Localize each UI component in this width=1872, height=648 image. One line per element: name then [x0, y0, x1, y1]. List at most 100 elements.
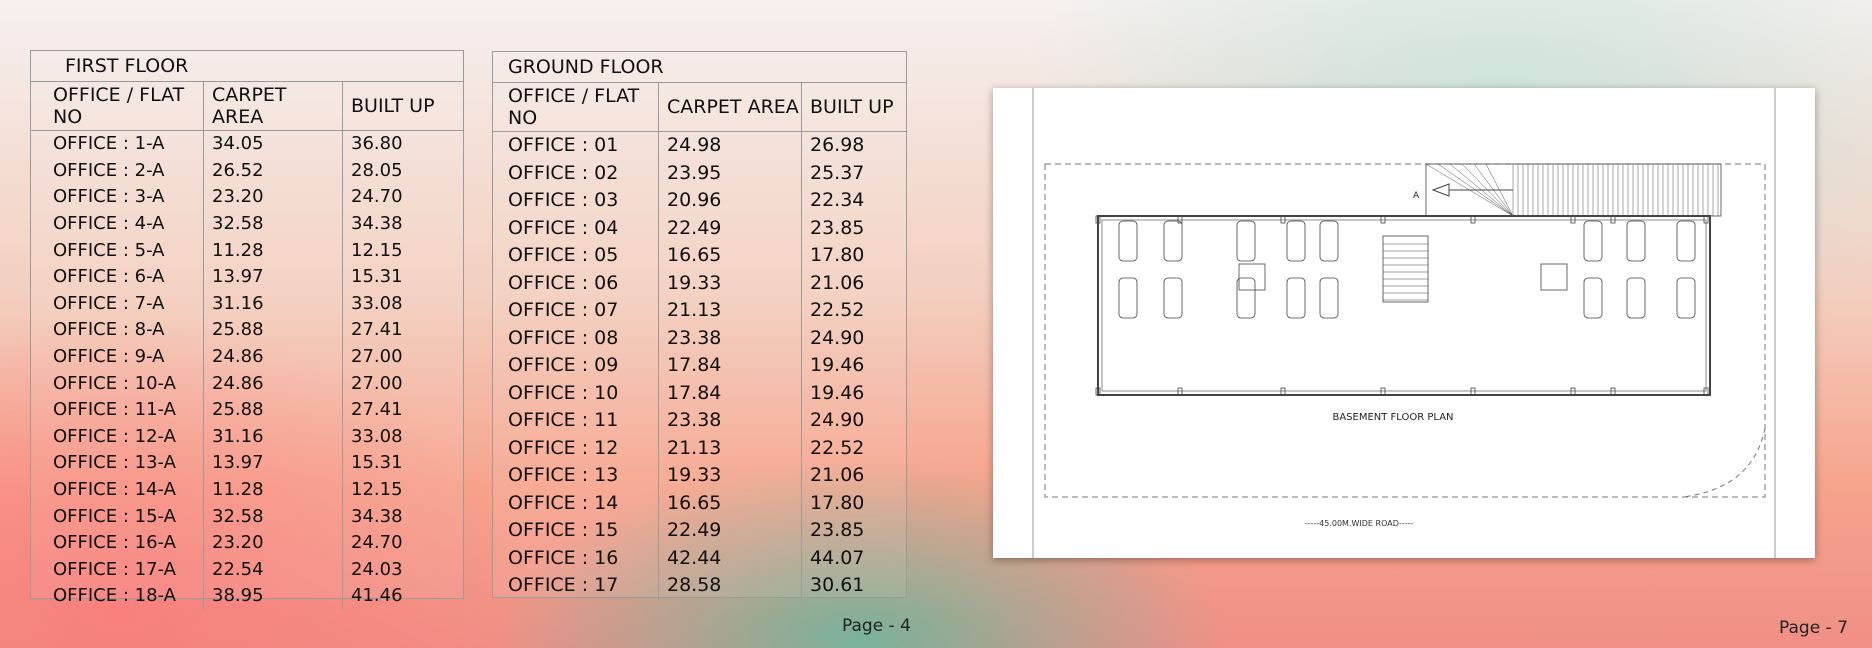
- cell-carpet-area: 19.33: [658, 462, 802, 490]
- column: [1177, 215, 1183, 224]
- cell-office-no: OFFICE : 10: [508, 381, 619, 404]
- basement-plan-drawing: A BASEMENT FLOOR PLAN -----45.00M.WIDE R…: [993, 88, 1815, 558]
- page-number-left: Page - 4: [842, 616, 911, 636]
- cell-office-no: OFFICE : 02: [508, 161, 619, 184]
- table-row: OFFICE : 8-A 25.88 27.41: [31, 317, 463, 344]
- parking-car: [1626, 277, 1646, 319]
- parking-car: [1163, 277, 1183, 319]
- cell-built-up: 23.85: [801, 214, 906, 242]
- parking-car: [1286, 277, 1306, 319]
- cell-carpet-area: 11.28: [203, 237, 343, 264]
- cell-office-no: OFFICE : 04: [508, 216, 619, 239]
- cell-built-up: 25.37: [801, 159, 906, 187]
- first-floor-title: FIRST FLOOR: [31, 51, 463, 82]
- cell-built-up: 22.34: [801, 187, 906, 215]
- table-row: OFFICE : 14 16.65 17.80: [493, 489, 906, 517]
- cell-carpet-area: 31.16: [203, 290, 343, 318]
- cell-carpet-area: 23.20: [203, 529, 343, 557]
- header-built-up: BUILT UP: [342, 82, 463, 131]
- cell-carpet-area: 22.54: [203, 556, 343, 584]
- cell-built-up: 12.15: [342, 237, 463, 264]
- cell-carpet-area: 22.49: [658, 517, 802, 545]
- parking-car: [1236, 277, 1256, 319]
- first-floor-rows: OFFICE : 1-A 34.05 36.80 OFFICE : 2-A 26.52 2…: [31, 130, 463, 610]
- cell-built-up: 19.46: [801, 379, 906, 407]
- cell-built-up: 44.07: [801, 544, 906, 572]
- parking-car: [1286, 220, 1306, 262]
- page-number-right: Page - 7: [1779, 618, 1848, 638]
- cell-office-no: OFFICE : 1-A: [53, 133, 165, 155]
- cell-carpet-area: 23.38: [658, 324, 802, 352]
- cell-built-up: 28.05: [342, 157, 463, 185]
- header-carpet-area: CARPET AREA: [203, 82, 343, 131]
- cell-office-no: OFFICE : 12-A: [53, 425, 176, 447]
- cell-office-no: OFFICE : 5-A: [53, 239, 165, 261]
- cell-office-no: OFFICE : 05: [508, 244, 619, 267]
- cell-office-no: OFFICE : 18-A: [53, 585, 176, 607]
- ground-floor-grid: OFFICE / FLAT NO CARPET AREA BUILT UP OF…: [493, 83, 906, 600]
- cell-office-no: OFFICE : 15-A: [53, 505, 176, 527]
- cell-built-up: 17.80: [801, 489, 906, 517]
- cell-carpet-area: 32.58: [203, 210, 343, 238]
- cell-office-no: OFFICE : 3-A: [53, 186, 165, 208]
- cell-carpet-area: 19.33: [658, 269, 802, 297]
- table-row: OFFICE : 6-A 13.97 15.31: [31, 263, 463, 291]
- road-label: -----45.00M.WIDE ROAD-----: [1305, 519, 1414, 528]
- cell-office-no: OFFICE : 12: [508, 436, 619, 459]
- cell-office-no: OFFICE : 17-A: [53, 558, 176, 580]
- column: [1380, 387, 1386, 396]
- column: [1280, 387, 1286, 396]
- column: [1610, 215, 1616, 224]
- table-row: OFFICE : 3-A 23.20 24.70: [31, 184, 463, 211]
- cell-built-up: 21.06: [801, 462, 906, 490]
- header-office: OFFICE / FLAT NO: [493, 83, 659, 132]
- cell-carpet-area: 42.44: [658, 544, 802, 572]
- cell-built-up: 27.41: [342, 396, 463, 424]
- cell-built-up: 41.46: [342, 583, 463, 610]
- cell-carpet-area: 21.13: [658, 434, 802, 462]
- table-row: OFFICE : 9-A 24.86 27.00: [31, 343, 463, 371]
- table-row: OFFICE : 2-A 26.52 28.05: [31, 157, 463, 185]
- table-row: OFFICE : 07 21.13 22.52: [493, 297, 906, 325]
- parking-car: [1583, 220, 1603, 262]
- column: [1280, 215, 1286, 224]
- plan-title: BASEMENT FLOOR PLAN: [1332, 412, 1453, 423]
- cell-office-no: OFFICE : 17: [508, 574, 619, 597]
- parking-car: [1319, 277, 1339, 319]
- cell-office-no: OFFICE : 6-A: [53, 266, 165, 288]
- cell-carpet-area: 17.84: [658, 352, 802, 380]
- table-row: OFFICE : 7-A 31.16 33.08: [31, 290, 463, 318]
- cell-built-up: 27.00: [342, 370, 463, 397]
- table-row: OFFICE : 11-A 25.88 27.41: [31, 396, 463, 424]
- table-row: OFFICE : 5-A 11.28 12.15: [31, 237, 463, 264]
- cell-carpet-area: 24.98: [658, 131, 802, 160]
- cell-carpet-area: 24.86: [203, 370, 343, 397]
- table-row: OFFICE : 04 22.49 23.85: [493, 214, 906, 242]
- table-row: OFFICE : 09 17.84 19.46: [493, 352, 906, 380]
- cell-built-up: 30.61: [801, 572, 906, 600]
- header-office: OFFICE / FLAT NO: [31, 82, 204, 131]
- table-row: OFFICE : 17 28.58 30.61: [493, 572, 906, 600]
- first-floor-table: FIRST FLOOR OFFICE / FLAT NO CARPET AREA…: [30, 50, 464, 610]
- table-row: OFFICE : 16-A 23.20 24.70: [31, 529, 463, 557]
- cell-office-no: OFFICE : 11-A: [53, 399, 176, 421]
- parking-car: [1118, 277, 1138, 319]
- table-row: OFFICE : 13-A 13.97 15.31: [31, 450, 463, 477]
- cell-carpet-area: 16.65: [658, 489, 802, 517]
- floor-plan-svg: A BASEMENT FLOOR PLAN -----45.00M.WIDE R…: [1032, 88, 1776, 558]
- table-row: OFFICE : 01 24.98 26.98: [493, 131, 906, 160]
- cell-carpet-area: 16.65: [658, 242, 802, 270]
- table-row: OFFICE : 1-A 34.05 36.80: [31, 130, 463, 158]
- cell-built-up: 22.52: [801, 434, 906, 462]
- cell-carpet-area: 24.86: [203, 343, 343, 371]
- ground-floor-table: GROUND FLOOR OFFICE / FLAT NO CARPET ARE…: [492, 51, 907, 600]
- cell-built-up: 22.52: [801, 297, 906, 325]
- cell-built-up: 17.80: [801, 242, 906, 270]
- cell-office-no: OFFICE : 08: [508, 326, 619, 349]
- table-header-row: OFFICE / FLAT NO CARPET AREA BUILT UP: [31, 82, 463, 131]
- cell-office-no: OFFICE : 16: [508, 546, 619, 569]
- cell-carpet-area: 13.97: [203, 450, 343, 477]
- table-row: OFFICE : 15-A 32.58 34.38: [31, 503, 463, 530]
- table-row: OFFICE : 10 17.84 19.46: [493, 379, 906, 407]
- cell-built-up: 34.38: [342, 210, 463, 238]
